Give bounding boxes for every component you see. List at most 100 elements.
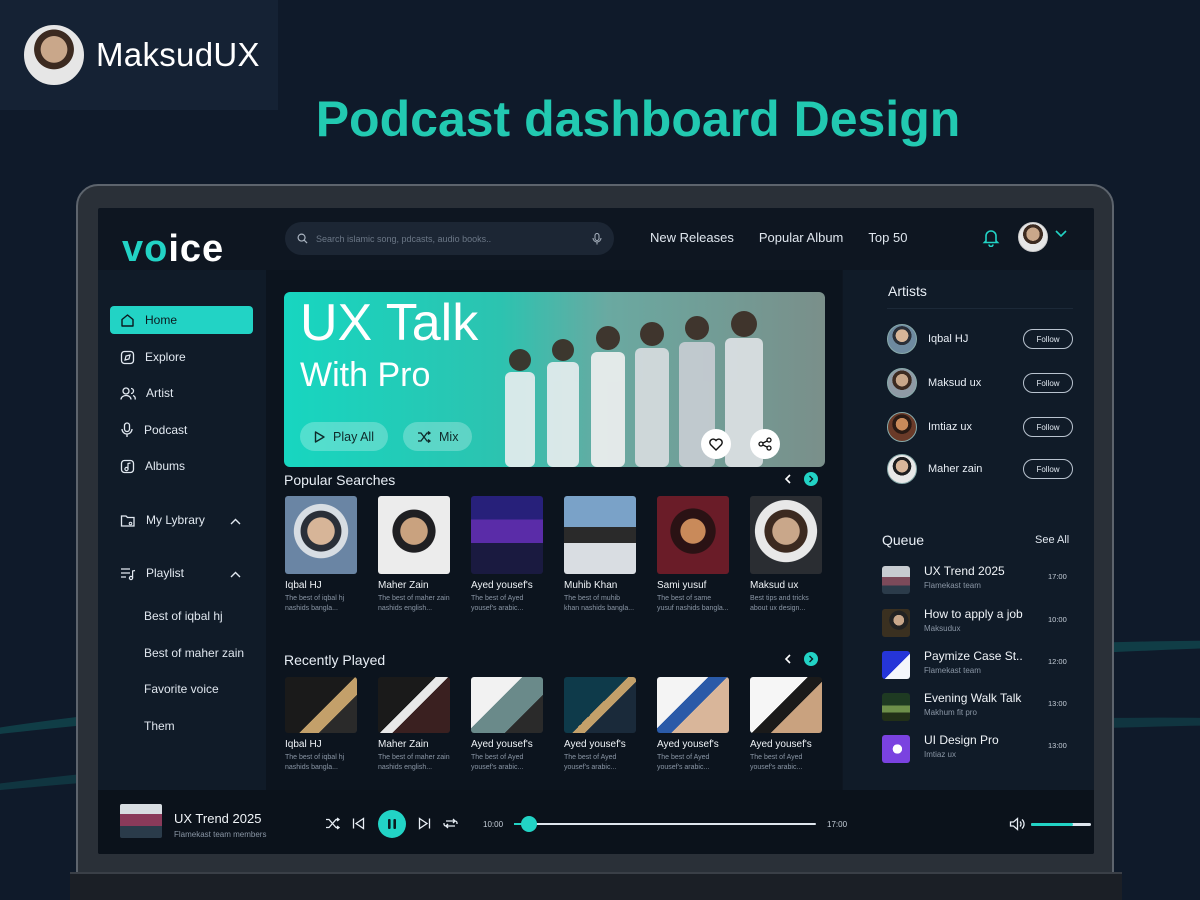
progress-handle[interactable]	[521, 816, 538, 832]
media-card-title: Ayed yousef's	[471, 580, 533, 591]
media-card[interactable]: Ayed yousef's The best of Ayed yousef's ar…	[471, 496, 543, 614]
queue-item[interactable]: UI Design Pro Imtiaz ux 13:00	[882, 733, 1072, 763]
nav-top-50[interactable]: Top 50	[868, 230, 907, 245]
media-card-desc: yousef's arabic...	[471, 605, 524, 612]
sidebar-item-explore[interactable]: Explore	[110, 343, 253, 371]
chevron-left-icon[interactable]	[784, 474, 792, 484]
media-card-desc: The best of same	[657, 595, 712, 602]
shuffle-icon[interactable]	[325, 817, 340, 830]
chevron-right-icon[interactable]	[804, 472, 818, 486]
follow-button[interactable]: Follow	[1023, 329, 1073, 349]
brand-name: MaksudUX	[96, 36, 260, 73]
media-card-image	[378, 496, 450, 574]
artist-avatar	[887, 368, 917, 398]
media-card-desc: khan nashids bangla...	[564, 605, 635, 612]
sidebar-item-home[interactable]: Home	[110, 306, 253, 334]
media-card-image	[378, 677, 450, 733]
media-card-desc: nashids english...	[378, 605, 433, 612]
playlist-item[interactable]: Best of maher zain	[144, 646, 244, 660]
queue-item[interactable]: Paymize Case St.. Flamekast team 12:00	[882, 649, 1072, 679]
play-all-button[interactable]: Play All	[300, 422, 388, 451]
progress-track[interactable]	[514, 816, 816, 832]
media-card[interactable]: Iqbal HJ The best of iqbal hj nashids bang…	[285, 496, 357, 614]
volume-icon[interactable]	[1009, 817, 1025, 831]
media-card[interactable]: Sami yusuf The best of same yusuf nashids …	[657, 496, 729, 614]
artists-title: Artists	[888, 283, 927, 299]
playlist-item[interactable]: Favorite voice	[144, 682, 219, 696]
previous-icon[interactable]	[352, 817, 365, 830]
media-card[interactable]: Maksud ux Best tips and tricks about ux de…	[750, 496, 822, 614]
chevron-left-icon[interactable]	[784, 654, 792, 664]
queue-thumbnail	[882, 735, 910, 763]
search-bar[interactable]	[285, 222, 614, 255]
artist-name: Iqbal HJ	[928, 333, 969, 345]
media-card[interactable]: Maher Zain The best of maher zain nashids …	[378, 677, 450, 773]
follow-button[interactable]: Follow	[1023, 417, 1073, 437]
sidebar-item-albums[interactable]: Albums	[110, 452, 253, 480]
media-card-title: Iqbal HJ	[285, 580, 322, 591]
sidebar-item-artist[interactable]: Artist	[110, 379, 253, 407]
follow-button[interactable]: Follow	[1023, 373, 1073, 393]
nav-new-releases[interactable]: New Releases	[650, 230, 734, 245]
artist-item[interactable]: Maher zain	[887, 454, 982, 484]
sidebar-item-podcast[interactable]: Podcast	[110, 416, 253, 444]
chevron-up-icon[interactable]	[230, 571, 241, 578]
share-button[interactable]	[750, 429, 780, 459]
see-all-link[interactable]: See All	[1035, 534, 1069, 546]
media-card[interactable]: Ayed yousef's The best of Ayed yousef's ar…	[564, 677, 636, 773]
search-input[interactable]	[316, 233, 584, 244]
media-card-title: Sami yusuf	[657, 580, 707, 591]
playlist-item[interactable]: Best of iqbal hj	[144, 609, 223, 623]
repeat-icon[interactable]	[443, 817, 458, 830]
media-card[interactable]: Maher Zain The best of maher zain nashids …	[378, 496, 450, 614]
mix-button[interactable]: Mix	[403, 422, 473, 451]
media-card-image	[657, 496, 729, 574]
sidebar-item-label: My Lybrary	[146, 513, 205, 527]
popular-searches-title: Popular Searches	[284, 472, 396, 488]
media-card-desc: The best of maher zain	[378, 754, 450, 761]
bell-icon[interactable]	[982, 228, 1000, 247]
follow-button[interactable]: Follow	[1023, 459, 1073, 479]
playlist-item[interactable]: Them	[144, 719, 175, 733]
heart-icon	[709, 437, 723, 451]
like-button[interactable]	[701, 429, 731, 459]
nav-popular-album[interactable]: Popular Album	[759, 230, 844, 245]
next-icon[interactable]	[418, 817, 431, 830]
mic-icon[interactable]	[592, 232, 602, 245]
queue-item[interactable]: Evening Walk Talk Makhum fit pro 13:00	[882, 691, 1072, 721]
media-card[interactable]: Muhib Khan The best of muhib khan nashids …	[564, 496, 636, 614]
media-card[interactable]: Ayed yousef's The best of Ayed yousef's ar…	[657, 677, 729, 773]
media-card-image	[564, 677, 636, 733]
chevron-down-icon[interactable]	[1055, 230, 1067, 238]
artist-avatar	[887, 324, 917, 354]
album-icon	[120, 459, 135, 473]
media-card-image	[564, 496, 636, 574]
artist-item[interactable]: Imtiaz ux	[887, 412, 972, 442]
chevron-up-icon[interactable]	[230, 518, 241, 525]
users-icon	[120, 386, 136, 400]
user-avatar[interactable]	[1018, 222, 1048, 252]
media-card[interactable]: Iqbal HJ The best of iqbal hj nashids bang…	[285, 677, 357, 773]
hero-title: UX Talk	[300, 294, 479, 352]
artist-name: Imtiaz ux	[928, 421, 973, 433]
media-card[interactable]: Ayed yousef's The best of Ayed yousef's ar…	[471, 677, 543, 773]
shuffle-icon	[418, 430, 431, 443]
pause-button[interactable]	[378, 810, 406, 838]
media-card-title: Ayed yousef's	[564, 739, 626, 750]
app-logo[interactable]: voice	[122, 228, 224, 271]
artist-item[interactable]: Maksud ux	[887, 368, 981, 398]
player-bar: UX Trend 2025 Flamekast team members 10:…	[98, 790, 1094, 854]
volume-slider[interactable]	[1031, 823, 1091, 826]
media-card[interactable]: Ayed yousef's The best of Ayed yousef's ar…	[750, 677, 822, 773]
brand-avatar	[24, 25, 84, 85]
media-card-desc: The best of Ayed	[471, 754, 524, 761]
artist-item[interactable]: Iqbal HJ	[887, 324, 968, 354]
queue-item[interactable]: UX Trend 2025 Flamekast team 17:00	[882, 564, 1072, 594]
top-nav: New Releases Popular Album Top 50	[650, 230, 907, 245]
laptop-frame: voice New Releases Popular Album Top 50 …	[70, 184, 1122, 900]
popular-pager	[784, 472, 818, 486]
sidebar-item-label: Home	[145, 313, 178, 327]
chevron-right-icon[interactable]	[804, 652, 818, 666]
queue-item[interactable]: How to apply a job Maksudux 10:00	[882, 607, 1072, 637]
sidebar-item-label: Explore	[145, 350, 186, 364]
